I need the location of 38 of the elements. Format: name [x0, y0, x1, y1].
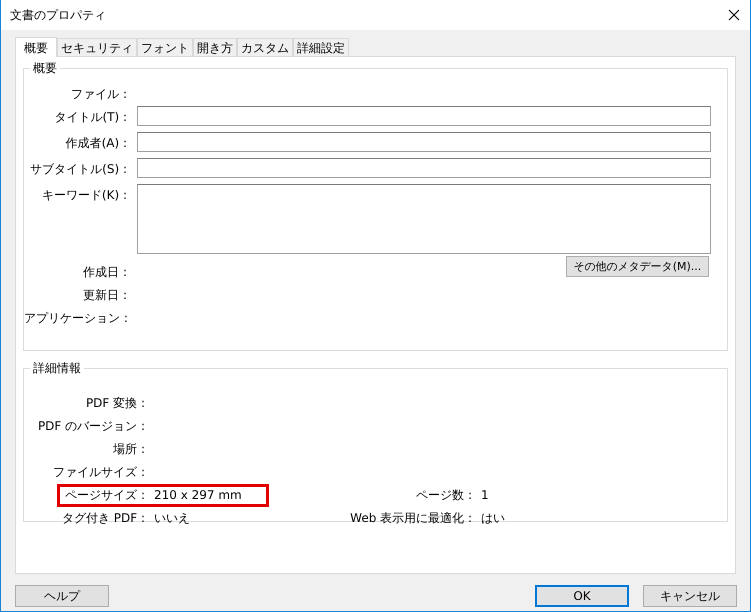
field-label: 作成者(A) :	[64, 135, 127, 152]
dialog-button[interactable]: キャンセル	[643, 585, 737, 607]
info-label: 場所 :	[112, 441, 145, 458]
window-title: 文書のプロパティ	[10, 6, 106, 24]
tab[interactable]: カスタム	[237, 38, 293, 56]
info-label: Web 表示用に最適化 :	[349, 510, 472, 527]
info-value: 210 x 297 mm	[153, 487, 242, 504]
field-label: キーワード(K) :	[40, 187, 127, 204]
text-area[interactable]	[137, 184, 711, 254]
field-label: 更新日 :	[82, 287, 127, 304]
field-label: サブタイトル(S) :	[29, 161, 127, 178]
info-value: いいえ	[153, 510, 190, 527]
tab[interactable]: 概要	[15, 37, 57, 57]
info-label: PDF 変換 :	[84, 395, 145, 412]
info-label: ページ数 :	[415, 487, 472, 504]
tab[interactable]: フォント	[137, 38, 193, 56]
input-field[interactable]	[137, 158, 711, 178]
dialog-button[interactable]: OK	[535, 585, 629, 607]
help-button[interactable]: ヘルプ	[15, 585, 109, 607]
tab[interactable]: 詳細設定	[293, 38, 349, 56]
info-label: タグ付き PDF :	[60, 510, 145, 527]
tab[interactable]: セキュリティ	[57, 38, 137, 56]
field-label: タイトル(T) :	[53, 109, 127, 126]
info-label: ファイルサイズ :	[52, 464, 145, 481]
field-label: ファイル :	[70, 86, 127, 103]
info-label: PDF のバージョン :	[36, 418, 145, 435]
group-title: 詳細情報	[30, 360, 84, 377]
info-value: はい	[480, 510, 505, 527]
input-field[interactable]	[137, 106, 711, 126]
input-field[interactable]	[137, 132, 711, 152]
metadata-button[interactable]: その他のメタデータ(M)...	[566, 256, 709, 277]
info-label: ページサイズ :	[64, 487, 145, 504]
close-icon[interactable]	[728, 9, 740, 21]
group-title: 概要	[30, 60, 60, 77]
info-value: 1	[480, 487, 489, 504]
field-label: アプリケーション :	[24, 310, 127, 327]
field-label: 作成日 :	[82, 264, 127, 281]
tab[interactable]: 開き方	[193, 38, 237, 56]
